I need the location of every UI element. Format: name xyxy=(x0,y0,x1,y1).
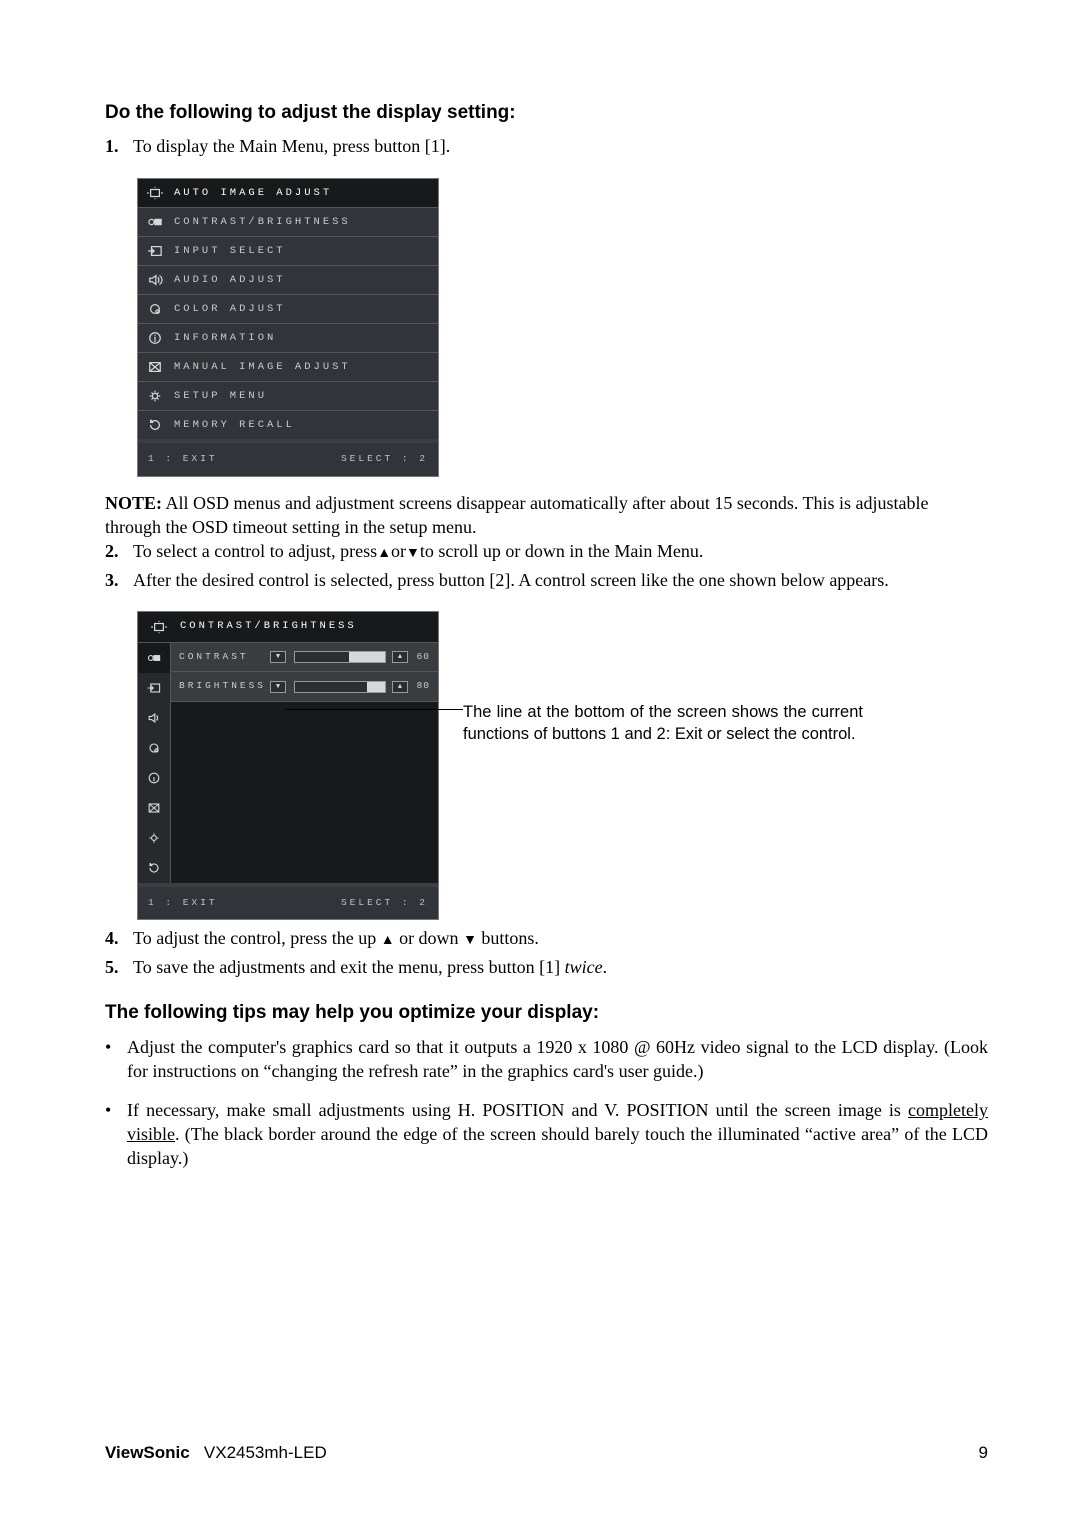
page-footer: ViewSonic VX2453mh-LED 9 xyxy=(105,1442,988,1465)
osd-item-information: INFORMATION xyxy=(138,323,438,352)
step-1-text: To display the Main Menu, press button [… xyxy=(133,134,988,158)
input-select-icon xyxy=(138,673,170,703)
osd2-row-label: BRIGHTNESS xyxy=(179,680,270,693)
footer-brand: ViewSonic xyxy=(105,1443,190,1462)
osd2-row-contrast: CONTRAST ▼ ▲ 60 xyxy=(171,643,438,673)
up-arrow-icon xyxy=(381,928,395,948)
tip-2: • If necessary, make small adjustments u… xyxy=(105,1098,988,1171)
note-text: NOTE: All OSD menus and adjustment scree… xyxy=(105,491,988,540)
recall-icon xyxy=(144,417,166,433)
step-1: 1. To display the Main Menu, press butto… xyxy=(105,134,988,158)
gear-icon xyxy=(144,388,166,404)
auto-image-adjust-icon xyxy=(144,185,166,201)
down-arrow-icon xyxy=(406,541,420,561)
osd2-footer-left: 1 : EXIT xyxy=(148,897,218,910)
step-4: 4. To adjust the control, press the up o… xyxy=(105,926,988,951)
osd-main-menu: AUTO IMAGE ADJUST CONTRAST/BRIGHTNESS IN… xyxy=(137,178,439,477)
osd2-row-label: CONTRAST xyxy=(179,651,270,664)
page-number: 9 xyxy=(979,1442,988,1465)
color-adjust-icon xyxy=(138,733,170,763)
osd2-title-row: CONTRAST/BRIGHTNESS xyxy=(138,612,438,643)
contrast-icon xyxy=(138,643,170,673)
osd-item-manual-image-adjust: MANUAL IMAGE ADJUST xyxy=(138,352,438,381)
step-2: 2. To select a control to adjust, presso… xyxy=(105,539,988,564)
step-2-num: 2. xyxy=(105,539,133,564)
callout: The line at the bottom of the screen sho… xyxy=(463,611,863,746)
step-1-num: 1. xyxy=(105,134,133,158)
osd2-icon-column xyxy=(138,643,171,883)
osd-footer-right: SELECT : 2 xyxy=(341,453,428,466)
callout-leader-line xyxy=(285,709,463,710)
step-3-text: After the desired control is selected, p… xyxy=(133,568,988,592)
contrast-icon xyxy=(144,214,166,230)
osd2-row-brightness: BRIGHTNESS ▼ ▲ 80 xyxy=(171,672,438,702)
osd-control-screen: CONTRAST/BRIGHTNESS CONTRAST ▼ xyxy=(137,611,439,921)
osd2-title-label: CONTRAST/BRIGHTNESS xyxy=(180,619,357,633)
audio-icon xyxy=(144,272,166,288)
osd-footer: 1 : EXIT SELECT : 2 xyxy=(138,439,438,476)
color-adjust-icon xyxy=(144,301,166,317)
brightness-value: 80 xyxy=(410,680,430,693)
brightness-slider xyxy=(294,681,386,693)
osd-item-memory-recall: MEMORY RECALL xyxy=(138,410,438,439)
osd-item-label: INFORMATION xyxy=(174,331,276,345)
osd-item-label: SETUP MENU xyxy=(174,389,267,403)
osd-item-contrast-brightness: CONTRAST/BRIGHTNESS xyxy=(138,207,438,236)
osd2-footer: 1 : EXIT SELECT : 2 xyxy=(138,883,438,920)
callout-text: The line at the bottom of the screen sho… xyxy=(463,701,863,746)
audio-icon xyxy=(138,703,170,733)
osd-item-audio-adjust: AUDIO ADJUST xyxy=(138,265,438,294)
up-button-icon: ▲ xyxy=(392,681,408,693)
step-4-num: 4. xyxy=(105,926,133,951)
down-button-icon: ▼ xyxy=(270,651,286,663)
manual-adjust-icon xyxy=(138,793,170,823)
info-icon xyxy=(138,763,170,793)
step-5-num: 5. xyxy=(105,955,133,979)
osd-item-auto-image-adjust: AUTO IMAGE ADJUST xyxy=(138,179,438,207)
osd-item-label: CONTRAST/BRIGHTNESS xyxy=(174,215,351,229)
tip-2-text: If necessary, make small adjustments usi… xyxy=(127,1098,988,1171)
osd-item-label: MEMORY RECALL xyxy=(174,418,295,432)
osd-item-label: INPUT SELECT xyxy=(174,244,286,258)
bullet-icon: • xyxy=(105,1035,127,1084)
step-4-text: To adjust the control, press the up or d… xyxy=(133,926,988,951)
footer-model: VX2453mh-LED xyxy=(204,1443,327,1462)
input-select-icon xyxy=(144,243,166,259)
recall-icon xyxy=(138,853,170,883)
osd-item-setup-menu: SETUP MENU xyxy=(138,381,438,410)
osd-item-label: MANUAL IMAGE ADJUST xyxy=(174,360,351,374)
bullet-icon: • xyxy=(105,1098,127,1171)
up-arrow-icon xyxy=(377,541,391,561)
tip-1: • Adjust the computer's graphics card so… xyxy=(105,1035,988,1084)
osd2-footer-right: SELECT : 2 xyxy=(341,897,428,910)
note-label: NOTE: xyxy=(105,493,162,513)
manual-adjust-icon xyxy=(144,359,166,375)
up-button-icon: ▲ xyxy=(392,651,408,663)
auto-image-adjust-icon xyxy=(146,619,172,635)
contrast-slider xyxy=(294,651,386,663)
osd-item-color-adjust: COLOR ADJUST xyxy=(138,294,438,323)
gear-icon xyxy=(138,823,170,853)
tip-1-text: Adjust the computer's graphics card so t… xyxy=(127,1035,988,1084)
step-5-text: To save the adjustments and exit the men… xyxy=(133,955,988,979)
info-icon xyxy=(144,330,166,346)
step-5: 5. To save the adjustments and exit the … xyxy=(105,955,988,979)
down-button-icon: ▼ xyxy=(270,681,286,693)
step-3-num: 3. xyxy=(105,568,133,592)
down-arrow-icon xyxy=(463,928,477,948)
osd-footer-left: 1 : EXIT xyxy=(148,453,218,466)
tips-heading: The following tips may help you optimize… xyxy=(105,1000,988,1026)
step-3: 3. After the desired control is selected… xyxy=(105,568,988,592)
osd-item-input-select: INPUT SELECT xyxy=(138,236,438,265)
osd-item-label: AUTO IMAGE ADJUST xyxy=(174,186,332,200)
osd2-empty-area xyxy=(171,702,438,882)
heading-main: Do the following to adjust the display s… xyxy=(105,100,988,126)
step-2-text: To select a control to adjust, pressorto… xyxy=(133,539,988,564)
contrast-value: 60 xyxy=(410,651,430,664)
osd-item-label: COLOR ADJUST xyxy=(174,302,286,316)
osd-item-label: AUDIO ADJUST xyxy=(174,273,286,287)
